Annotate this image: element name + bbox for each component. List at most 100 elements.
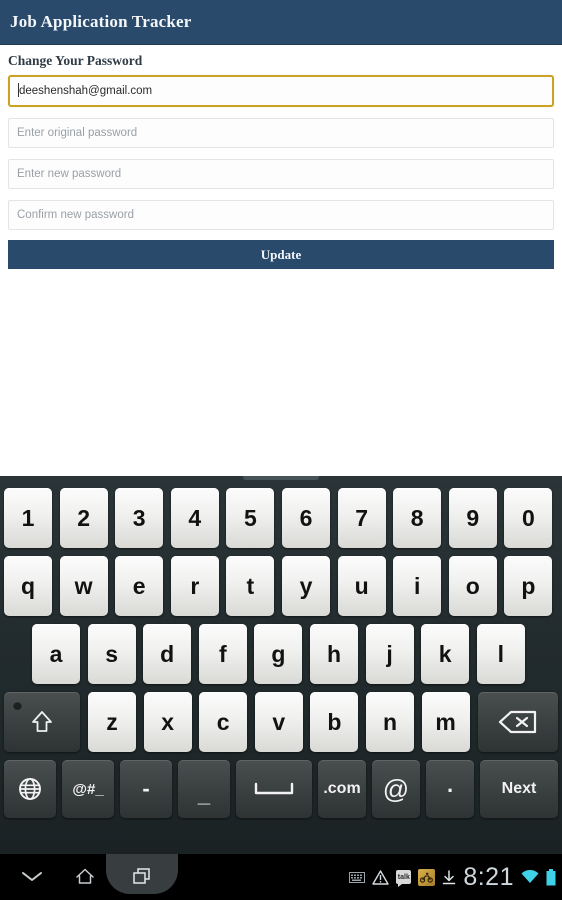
key-o-label: o: [465, 572, 480, 599]
battery-icon[interactable]: [546, 868, 556, 886]
key-n[interactable]: n: [366, 692, 414, 752]
key-p-label: p: [521, 572, 536, 599]
soft-keyboard: 1234567890 qwertyuiop asdfghjkl zxcvbnm …: [0, 476, 562, 854]
key-v[interactable]: v: [254, 692, 303, 752]
talk-icon[interactable]: talk: [396, 870, 412, 887]
warning-icon[interactable]: [372, 869, 390, 885]
key-dot-com[interactable]: .com: [318, 760, 366, 818]
key-w[interactable]: w: [59, 556, 108, 616]
key-dot-com-label: .com: [323, 780, 361, 797]
download-icon[interactable]: [442, 869, 456, 885]
game-icon[interactable]: [418, 868, 436, 886]
section-title: Change Your Password: [8, 53, 143, 68]
key-hyphen-label: -: [142, 776, 150, 801]
key-b-label: b: [327, 708, 342, 735]
key-f[interactable]: f: [198, 624, 247, 684]
email-field[interactable]: deeshenshah@gmail.com: [8, 75, 554, 107]
key-5[interactable]: 5: [226, 488, 275, 548]
wifi-icon[interactable]: [521, 870, 539, 884]
key-underscore-label: _: [197, 782, 211, 807]
key-7[interactable]: 7: [337, 488, 386, 548]
clock: 8:21: [463, 862, 514, 891]
key-u[interactable]: u: [337, 556, 386, 616]
new-password-field[interactable]: Enter new password: [8, 159, 554, 189]
key-m[interactable]: m: [421, 692, 470, 752]
key-at-sign[interactable]: @: [372, 760, 420, 818]
keyboard-row-top: qwertyu i o p: [0, 556, 562, 616]
key-t[interactable]: t: [226, 556, 275, 616]
key-8[interactable]: 8: [393, 488, 442, 548]
key-3[interactable]: 3: [115, 488, 164, 548]
back-icon[interactable]: [12, 862, 52, 890]
key-next[interactable]: Next: [480, 760, 558, 818]
key-l[interactable]: l: [476, 624, 525, 684]
keyboard-handle[interactable]: [243, 476, 319, 480]
key-q[interactable]: q: [4, 556, 52, 616]
recent-apps-icon[interactable]: [122, 862, 162, 890]
key-d[interactable]: d: [143, 624, 192, 684]
key-6[interactable]: 6: [282, 488, 330, 548]
key-space[interactable]: [236, 760, 312, 818]
key-language-globe[interactable]: [4, 760, 56, 818]
confirm-password-field[interactable]: Confirm new password: [8, 200, 554, 230]
key-j-label: j: [386, 640, 393, 667]
key-u-label: u: [354, 572, 369, 599]
key-6-label: 6: [299, 504, 313, 531]
key-1[interactable]: 1: [4, 488, 52, 548]
key-j[interactable]: j: [365, 624, 414, 684]
android-screen: Job Application Tracker Change Your Pass…: [0, 0, 562, 900]
key-s[interactable]: s: [87, 624, 136, 684]
key-h[interactable]: h: [310, 624, 358, 684]
key-h-label: h: [326, 640, 342, 667]
key-symbols[interactable]: @#_: [62, 760, 114, 818]
key-k[interactable]: k: [421, 624, 470, 684]
key-i-label: i: [413, 572, 421, 599]
key-a[interactable]: a: [32, 624, 80, 684]
key-i[interactable]: i: [393, 556, 442, 616]
key-at-sign-label: @: [382, 774, 410, 804]
key-z-label: z: [106, 708, 118, 735]
key-5-label: 5: [243, 504, 257, 531]
key-z[interactable]: z: [88, 692, 136, 752]
backspace-key[interactable]: [478, 692, 558, 752]
key-next-label: Next: [501, 780, 537, 797]
key-7-label: 7: [355, 504, 368, 531]
home-icon[interactable]: [65, 862, 105, 890]
email-field-value: deeshenshah@gmail.com: [19, 85, 153, 97]
key-0-label: 0: [521, 504, 535, 531]
key-8-label: 8: [410, 504, 424, 531]
key-underscore[interactable]: _: [178, 760, 230, 818]
original-password-field[interactable]: Enter original password: [8, 118, 554, 148]
key-symbols-label: @#_: [72, 780, 104, 798]
shift-arrow-icon: [32, 711, 52, 732]
key-9-label: 9: [466, 504, 480, 531]
key-y[interactable]: y: [282, 556, 330, 616]
system-navigation-bar: talk 8:21: [0, 854, 562, 900]
update-button[interactable]: Update: [8, 240, 554, 269]
key-1-label: 1: [21, 504, 35, 531]
app-header: Job Application Tracker: [0, 0, 562, 45]
key-2[interactable]: 2: [59, 488, 108, 548]
key-x[interactable]: x: [143, 692, 192, 752]
key-4[interactable]: 4: [170, 488, 219, 548]
backspace-icon: [498, 710, 537, 734]
key-period[interactable]: .: [426, 760, 474, 818]
shift-key[interactable]: [4, 692, 80, 752]
key-p[interactable]: p: [504, 556, 553, 616]
key-t-label: t: [246, 572, 255, 599]
key-o[interactable]: o: [448, 556, 497, 616]
key-g[interactable]: g: [254, 624, 303, 684]
key-e[interactable]: e: [115, 556, 164, 616]
key-b[interactable]: b: [310, 692, 359, 752]
key-hyphen[interactable]: -: [120, 760, 172, 818]
key-f-label: f: [218, 640, 227, 667]
shift-indicator-dot: [13, 701, 22, 710]
key-c[interactable]: c: [199, 692, 248, 752]
key-k-label: k: [438, 640, 452, 667]
key-m-label: m: [435, 708, 456, 735]
key-0[interactable]: 0: [504, 488, 553, 548]
key-r[interactable]: r: [170, 556, 219, 616]
keyboard-icon[interactable]: [349, 871, 366, 883]
key-4-label: 4: [188, 504, 202, 531]
key-9[interactable]: 9: [448, 488, 497, 548]
